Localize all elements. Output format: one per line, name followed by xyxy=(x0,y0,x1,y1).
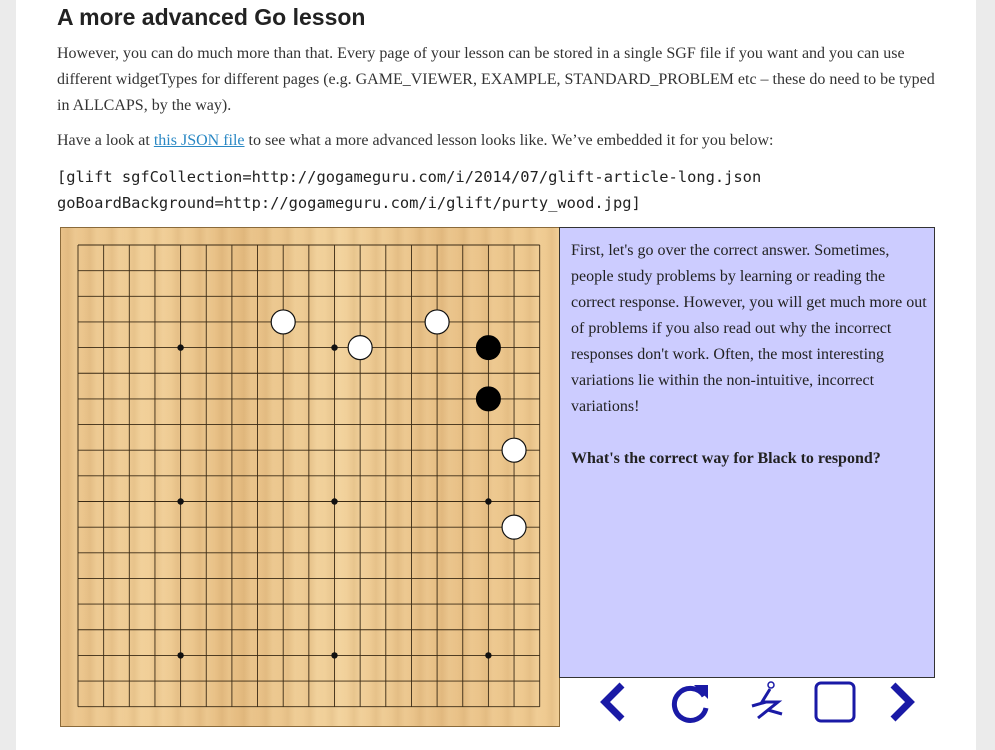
explore-solution-button[interactable] xyxy=(742,680,790,724)
next-button[interactable] xyxy=(884,680,932,724)
black-stone[interactable] xyxy=(475,386,501,412)
refresh-icon xyxy=(671,685,709,723)
white-stone[interactable] xyxy=(424,309,450,335)
star-point xyxy=(331,652,338,659)
shortcode-line-1: [glift sgfCollection=http://gogameguru.c… xyxy=(57,168,762,186)
intro-paragraph: However, you can do much more than that.… xyxy=(57,45,935,114)
board-editor-button[interactable] xyxy=(812,680,860,724)
json-file-link[interactable]: this JSON file xyxy=(154,132,245,149)
paragraph-text-before: Have a look at xyxy=(57,132,154,149)
black-stone[interactable] xyxy=(475,335,501,361)
commentary-text: First, let's go over the correct answer.… xyxy=(571,242,927,415)
explore-problem-icon xyxy=(751,681,783,720)
board-editor-icon xyxy=(814,681,856,723)
star-point xyxy=(331,344,338,351)
commentary-panel: First, let's go over the correct answer.… xyxy=(559,227,935,678)
json-link-paragraph: Have a look at this JSON file to see wha… xyxy=(57,128,942,154)
star-point xyxy=(331,498,338,505)
go-board-svg[interactable] xyxy=(61,228,559,726)
shortcode-line-2: goBoardBackground=http://gogameguru.com/… xyxy=(57,194,641,212)
article-heading: A more advanced Go lesson xyxy=(57,4,366,30)
previous-button[interactable] xyxy=(594,680,642,724)
commentary-question: What's the correct way for Black to resp… xyxy=(571,450,881,467)
white-stone[interactable] xyxy=(501,437,527,463)
white-stone[interactable] xyxy=(501,514,527,540)
white-stone[interactable] xyxy=(347,334,373,361)
go-board[interactable] xyxy=(60,227,560,727)
star-point xyxy=(177,344,184,351)
problem-controls xyxy=(594,680,915,724)
star-point xyxy=(485,652,492,659)
white-stone[interactable] xyxy=(270,309,296,335)
star-point xyxy=(485,498,492,505)
chevron-left-icon xyxy=(600,682,625,722)
paragraph-text-after: to see what a more advanced lesson looks… xyxy=(244,132,774,149)
chevron-right-icon xyxy=(890,682,915,722)
article-page: A more advanced Go lesson However, you c… xyxy=(16,0,976,750)
reset-button[interactable] xyxy=(666,680,714,724)
star-point xyxy=(177,652,184,659)
glift-shortcode: [glift sgfCollection=http://gogameguru.c… xyxy=(57,164,761,216)
star-point xyxy=(177,498,184,505)
